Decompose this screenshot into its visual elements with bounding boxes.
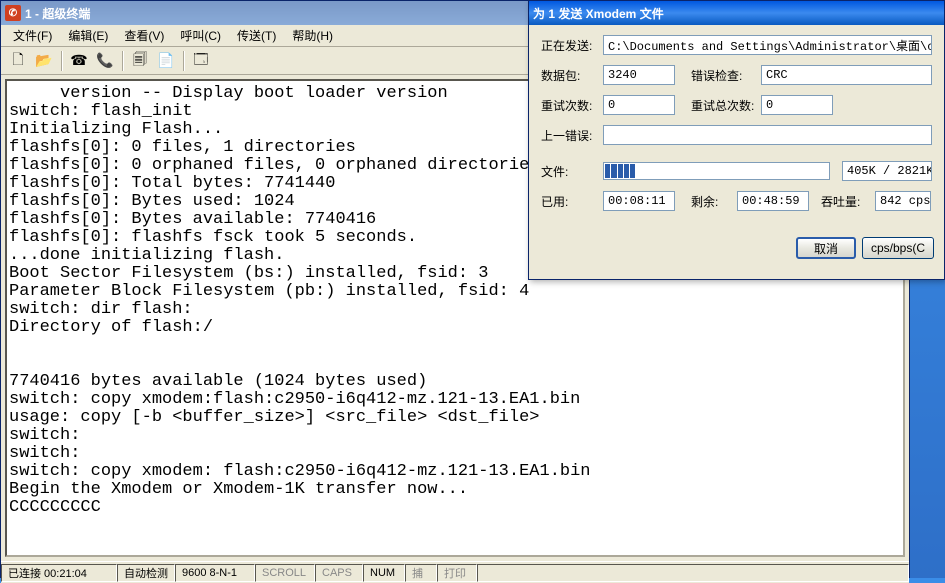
field-remaining: 00:48:59: [737, 191, 809, 211]
label-error-check: 错误检查:: [691, 67, 755, 84]
label-file: 文件:: [541, 163, 597, 180]
label-throughput: 吞吐量:: [821, 193, 869, 210]
label-last-error: 上一错误:: [541, 127, 597, 144]
receive-icon[interactable]: 📄: [155, 50, 177, 72]
field-elapsed: 00:08:11: [603, 191, 675, 211]
app-icon: ✆: [5, 5, 21, 21]
new-icon[interactable]: 🗋: [7, 50, 29, 72]
status-autodetect: 自动检测: [117, 564, 175, 582]
field-total-retries: 0: [761, 95, 833, 115]
window-title: 1 - 超级终端: [25, 5, 90, 22]
dialog-titlebar[interactable]: 为 1 发送 Xmodem 文件: [529, 1, 944, 25]
status-scroll: SCROLL: [255, 564, 315, 582]
field-last-error: [603, 125, 932, 145]
disconnect-icon[interactable]: 📞: [94, 50, 116, 72]
xmodem-send-dialog: 为 1 发送 Xmodem 文件 正在发送: C:\Documents and …: [528, 0, 945, 280]
toolbar-separator: [122, 51, 123, 71]
open-icon[interactable]: 📂: [33, 50, 55, 72]
label-packet: 数据包:: [541, 67, 597, 84]
dialog-buttons: 取消 cps/bps(C: [529, 231, 944, 265]
status-print: 打印: [437, 564, 477, 582]
status-spacer: [477, 564, 909, 582]
field-packet: 3240: [603, 65, 675, 85]
field-retries: 0: [603, 95, 675, 115]
menu-edit[interactable]: 编辑(E): [60, 25, 116, 46]
status-capture: 捕: [405, 564, 437, 582]
statusbar: 已连接 00:21:04 自动检测 9600 8-N-1 SCROLL CAPS…: [1, 561, 909, 583]
menu-help[interactable]: 帮助(H): [284, 25, 341, 46]
status-port: 9600 8-N-1: [175, 564, 255, 582]
status-connected: 已连接 00:21:04: [1, 564, 117, 582]
connect-icon[interactable]: ☎: [68, 50, 90, 72]
field-throughput: 842 cps: [875, 191, 931, 211]
dialog-title: 为 1 发送 Xmodem 文件: [533, 5, 664, 22]
toolbar-separator: [61, 51, 62, 71]
label-total-retries: 重试总次数:: [691, 97, 755, 114]
status-caps: CAPS: [315, 564, 363, 582]
menu-transfer[interactable]: 传送(T): [229, 25, 284, 46]
field-error-check: CRC: [761, 65, 932, 85]
menu-call[interactable]: 呼叫(C): [172, 25, 229, 46]
dialog-body: 正在发送: C:\Documents and Settings\Administ…: [529, 25, 944, 231]
field-sending: C:\Documents and Settings\Administrator\…: [603, 35, 932, 55]
label-sending: 正在发送:: [541, 37, 597, 54]
label-remaining: 剩余:: [691, 193, 731, 210]
label-retries: 重试次数:: [541, 97, 597, 114]
send-icon[interactable]: 🗐: [129, 50, 151, 72]
properties-icon[interactable]: 🗔: [190, 50, 212, 72]
toolbar-separator: [183, 51, 184, 71]
status-num: NUM: [363, 564, 405, 582]
cancel-button[interactable]: 取消: [796, 237, 856, 259]
cpsbps-button[interactable]: cps/bps(C: [862, 237, 934, 259]
label-elapsed: 已用:: [541, 193, 597, 210]
progress-bar: [603, 162, 830, 180]
menu-file[interactable]: 文件(F): [5, 25, 60, 46]
menu-view[interactable]: 查看(V): [116, 25, 172, 46]
field-file-progress: 405K / 2821K: [842, 161, 932, 181]
